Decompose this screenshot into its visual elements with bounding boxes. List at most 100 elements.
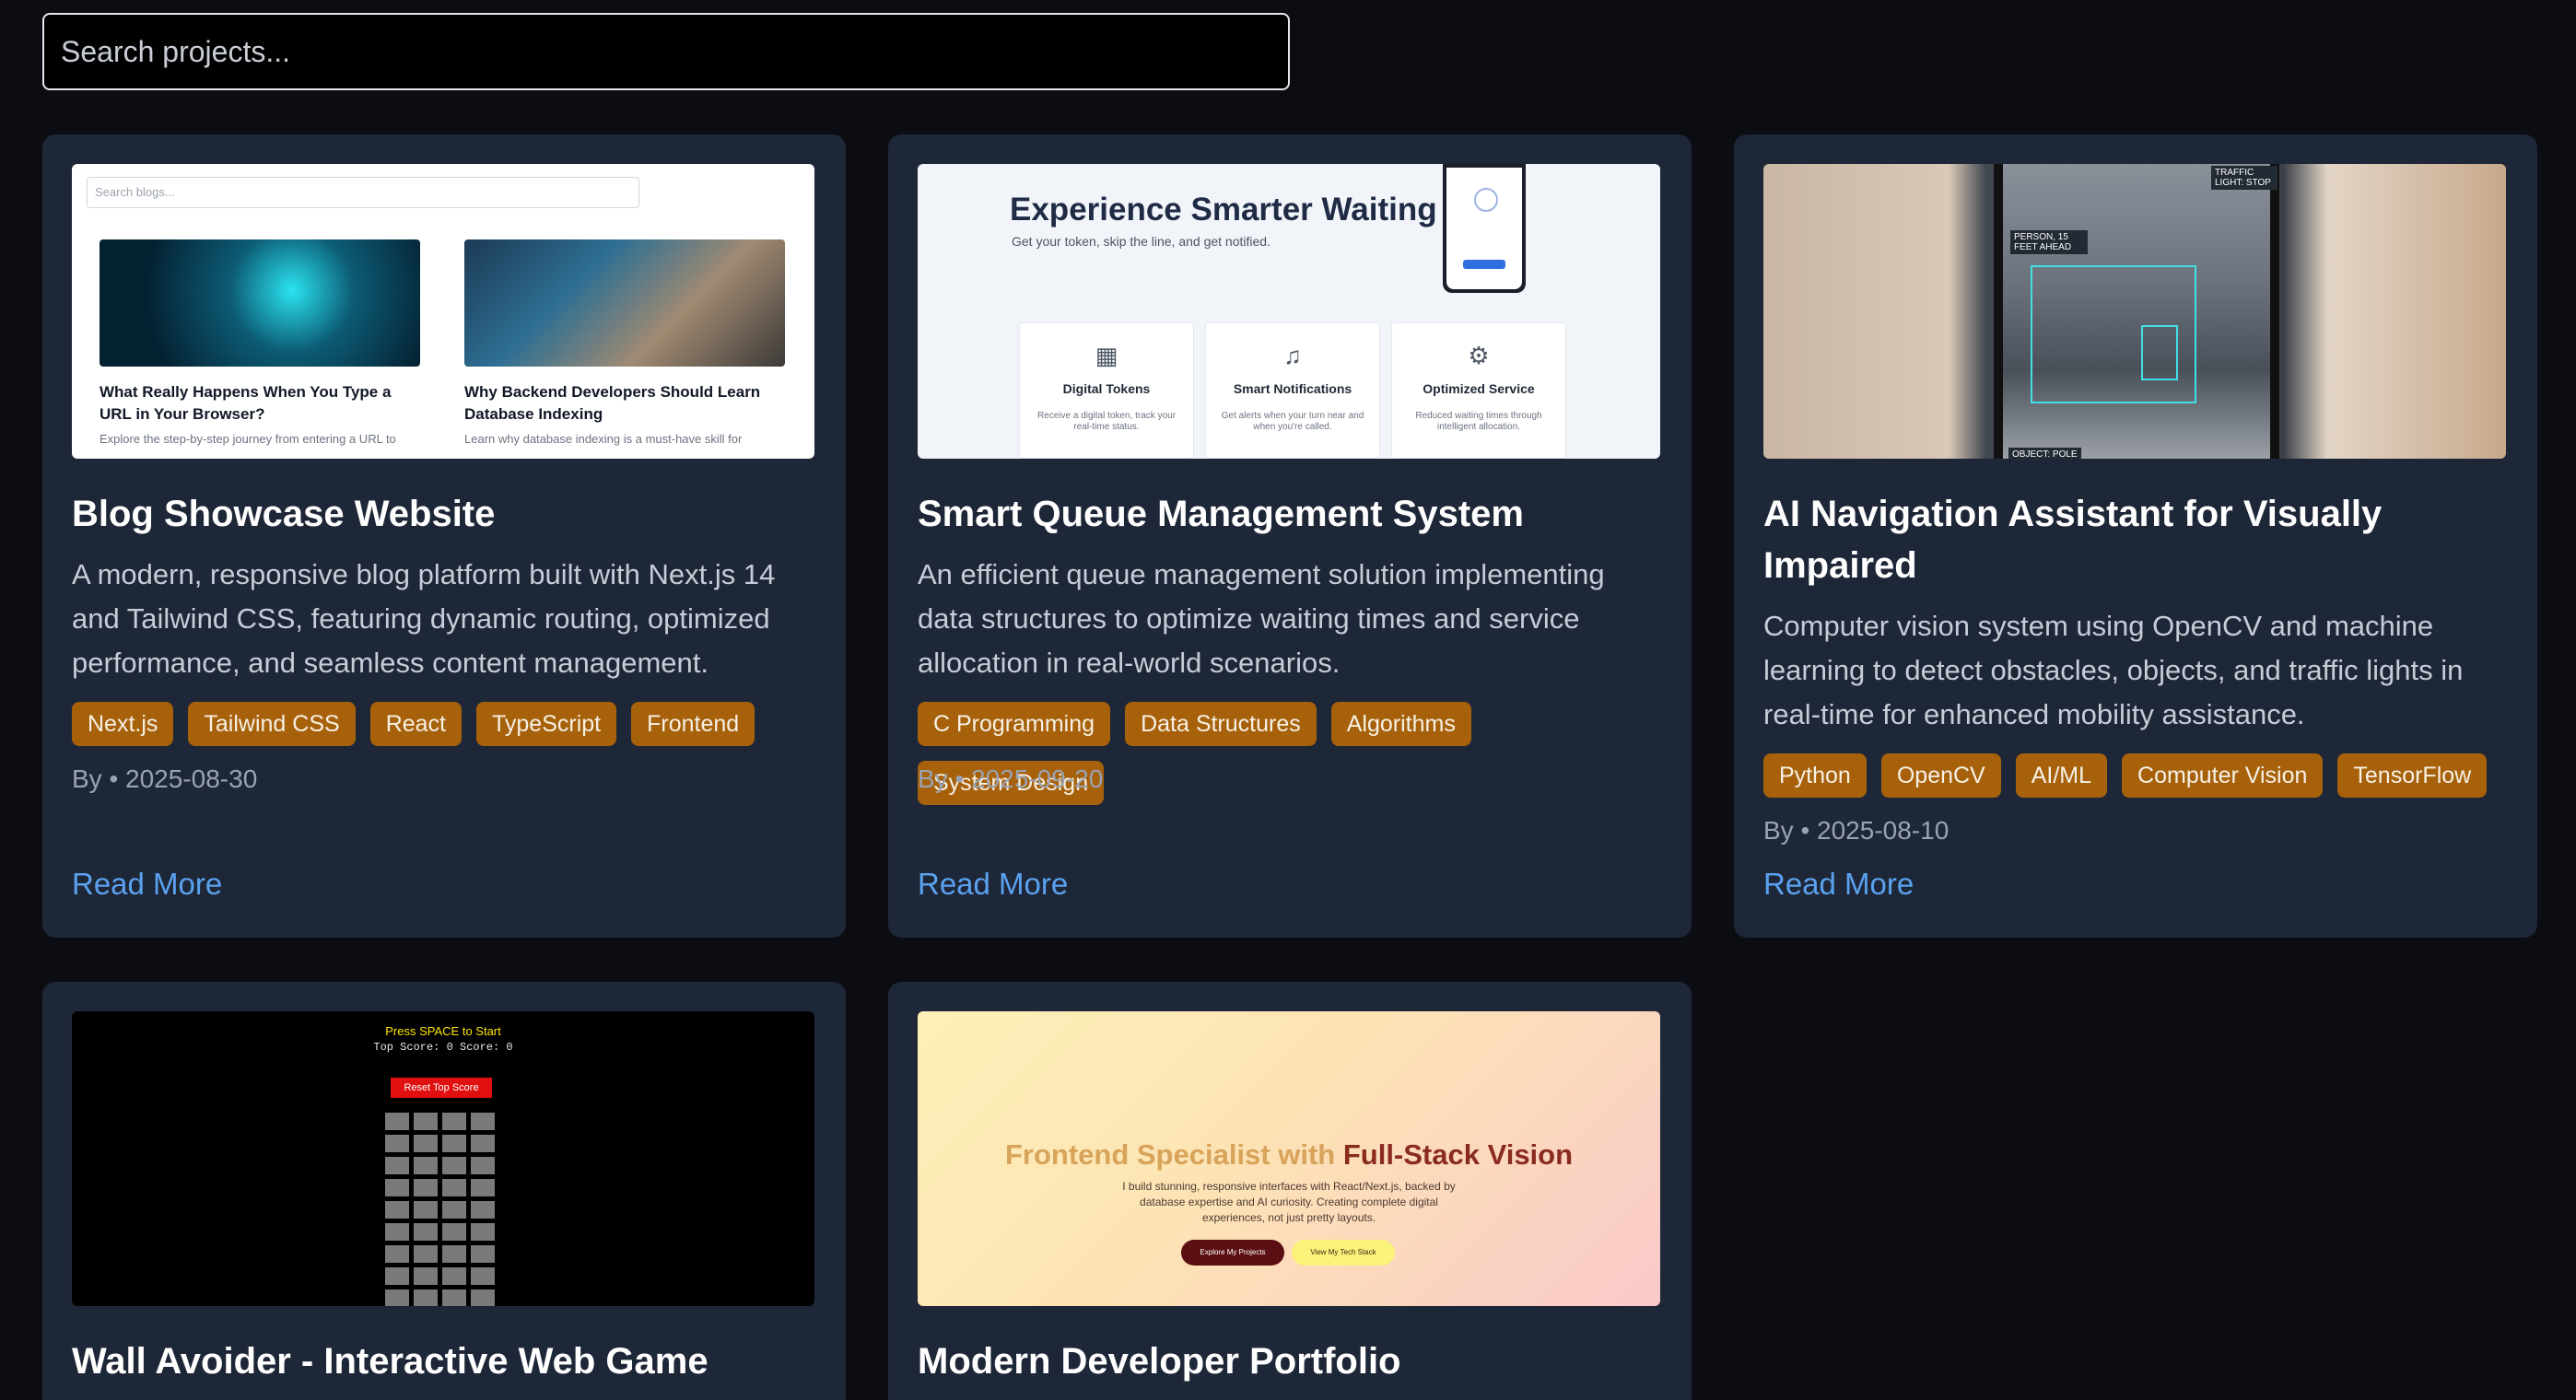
project-meta: By • 2025-08-10 bbox=[1763, 816, 1950, 845]
detection-label: OBJECT: POLE bbox=[2008, 448, 2081, 459]
game-wall-grid bbox=[385, 1113, 499, 1306]
wall-block bbox=[471, 1157, 495, 1174]
game-start-text: Press SPACE to Start bbox=[385, 1024, 501, 1038]
phone-mockup bbox=[1443, 164, 1526, 293]
wall-block bbox=[471, 1179, 495, 1196]
wall-block bbox=[442, 1179, 466, 1196]
project-description: An efficient queue management solution i… bbox=[918, 558, 1605, 679]
wall-block bbox=[471, 1113, 495, 1130]
project-title: Wall Avoider - Interactive Web Game bbox=[72, 1341, 708, 1382]
wall-block bbox=[414, 1245, 438, 1263]
feature-text: Receive a digital token, track your real… bbox=[1036, 411, 1177, 432]
portfolio-heading-accent: Full-Stack Vision bbox=[1342, 1138, 1574, 1171]
wall-block bbox=[385, 1179, 409, 1196]
tag: AI/ML bbox=[2015, 753, 2108, 798]
project-card-wall-avoider: Press SPACE to Start Top Score: 0 Score:… bbox=[42, 982, 846, 1400]
wall-block bbox=[414, 1201, 438, 1219]
read-more-link[interactable]: Read More bbox=[1763, 866, 1914, 903]
game-score: Top Score: 0 Score: 0 bbox=[373, 1041, 513, 1054]
wall-block bbox=[471, 1289, 495, 1306]
feature-title: Digital Tokens bbox=[1062, 381, 1151, 396]
project-title: AI Navigation Assistant for Visually Imp… bbox=[1763, 494, 2383, 586]
wall-block bbox=[442, 1135, 466, 1152]
mini-blog-image bbox=[100, 239, 420, 367]
wall-block bbox=[414, 1179, 438, 1196]
tag: TensorFlow bbox=[2337, 753, 2488, 798]
portfolio-subheading: I build stunning, responsive interfaces … bbox=[1122, 1180, 1456, 1224]
wall-block bbox=[442, 1157, 466, 1174]
qr-code-icon: ▦ bbox=[1095, 342, 1118, 369]
wall-block bbox=[385, 1201, 409, 1219]
project-thumbnail[interactable]: Search blogs... What Really Happens When… bbox=[72, 164, 814, 459]
mini-blog-title: Why Backend Developers Should Learn Data… bbox=[464, 383, 761, 423]
wall-block bbox=[442, 1289, 466, 1306]
mini-blog-title: What Really Happens When You Type a URL … bbox=[100, 383, 392, 423]
wall-block bbox=[471, 1135, 495, 1152]
phone-button bbox=[1463, 260, 1505, 269]
wall-block bbox=[414, 1113, 438, 1130]
project-card-developer-portfolio: Frontend Specialist with Full-Stack Visi… bbox=[888, 982, 1692, 1400]
wall-block bbox=[442, 1113, 466, 1130]
mini-blog-card: Why Backend Developers Should Learn Data… bbox=[464, 239, 785, 459]
wall-block bbox=[442, 1267, 466, 1285]
reset-score-button: Reset Top Score bbox=[391, 1078, 492, 1098]
project-description: A modern, responsive blog platform built… bbox=[72, 558, 776, 679]
portfolio-heading-part: Frontend Specialist with bbox=[1004, 1138, 1343, 1171]
read-more-link[interactable]: Read More bbox=[918, 866, 1068, 903]
wall-block bbox=[385, 1135, 409, 1152]
wall-block bbox=[385, 1245, 409, 1263]
feature-card: ♫ Smart Notifications Get alerts when yo… bbox=[1205, 322, 1380, 459]
wall-block bbox=[414, 1157, 438, 1174]
feature-text: Reduced waiting times through intelligen… bbox=[1415, 411, 1542, 432]
wall-block bbox=[442, 1201, 466, 1219]
wall-block bbox=[414, 1267, 438, 1285]
tag: Data Structures bbox=[1125, 702, 1317, 746]
mini-blog-image bbox=[464, 239, 785, 367]
search-bar bbox=[42, 13, 1290, 90]
tag-list: Next.js Tailwind CSS React TypeScript Fr… bbox=[72, 702, 816, 746]
tag: Next.js bbox=[72, 702, 174, 746]
bell-icon: ♫ bbox=[1283, 342, 1302, 369]
wall-block bbox=[385, 1267, 409, 1285]
wall-block bbox=[414, 1289, 438, 1306]
project-thumbnail[interactable]: PERSON, 15 FEET AHEAD TRAFFIC LIGHT: STO… bbox=[1763, 164, 2506, 459]
tag: C Programming bbox=[918, 702, 1111, 746]
wall-block bbox=[471, 1245, 495, 1263]
project-thumbnail[interactable]: Press SPACE to Start Top Score: 0 Score:… bbox=[72, 1011, 814, 1306]
tag: Algorithms bbox=[1330, 702, 1471, 746]
feature-card: ⚙ Optimized Service Reduced waiting time… bbox=[1391, 322, 1566, 459]
project-meta: By • 2025-08-30 bbox=[72, 764, 258, 793]
wall-block bbox=[385, 1223, 409, 1241]
detection-label: PERSON, 15 FEET AHEAD bbox=[2010, 230, 2088, 254]
wall-block bbox=[385, 1157, 409, 1174]
project-meta: By • 2025-09-20 bbox=[918, 764, 1104, 793]
wall-block bbox=[471, 1267, 495, 1285]
project-title: Blog Showcase Website bbox=[72, 494, 496, 534]
project-thumbnail[interactable]: Frontend Specialist with Full-Stack Visi… bbox=[918, 1011, 1660, 1306]
portfolio-heading: Frontend Specialist with Full-Stack Visi… bbox=[918, 1138, 1660, 1172]
project-card-blog-showcase: Search blogs... What Really Happens When… bbox=[42, 134, 846, 938]
tag-list: Python OpenCV AI/ML Computer Vision Tens… bbox=[1763, 753, 2508, 798]
wall-block bbox=[442, 1245, 466, 1263]
feature-title: Smart Notifications bbox=[1233, 381, 1352, 396]
tag: Tailwind CSS bbox=[188, 702, 356, 746]
project-title: Modern Developer Portfolio bbox=[918, 1341, 1401, 1382]
explore-projects-button: Explore My Projects bbox=[1181, 1240, 1284, 1266]
mini-blog-card: What Really Happens When You Type a URL … bbox=[100, 239, 420, 459]
tag: Computer Vision bbox=[2122, 753, 2324, 798]
tag: Python bbox=[1763, 753, 1867, 798]
token-icon bbox=[1474, 188, 1498, 212]
feature-text: Get alerts when your turn near and when … bbox=[1221, 411, 1364, 432]
view-tech-stack-button: View My Tech Stack bbox=[1292, 1240, 1395, 1266]
project-card-smart-queue: Experience Smarter Waiting Get your toke… bbox=[888, 134, 1692, 938]
read-more-link[interactable]: Read More bbox=[72, 866, 222, 903]
mini-blog-text: Explore the step-by-step journey from en… bbox=[100, 432, 396, 446]
feature-card: ▦ Digital Tokens Receive a digital token… bbox=[1019, 322, 1194, 459]
feature-title: Optimized Service bbox=[1423, 381, 1535, 396]
tag: React bbox=[369, 702, 462, 746]
project-thumbnail[interactable]: Experience Smarter Waiting Get your toke… bbox=[918, 164, 1660, 459]
search-input[interactable] bbox=[42, 13, 1290, 90]
wall-block bbox=[471, 1201, 495, 1219]
tag: TypeScript bbox=[476, 702, 617, 746]
queue-heading: Experience Smarter Waiting bbox=[1010, 192, 1437, 228]
